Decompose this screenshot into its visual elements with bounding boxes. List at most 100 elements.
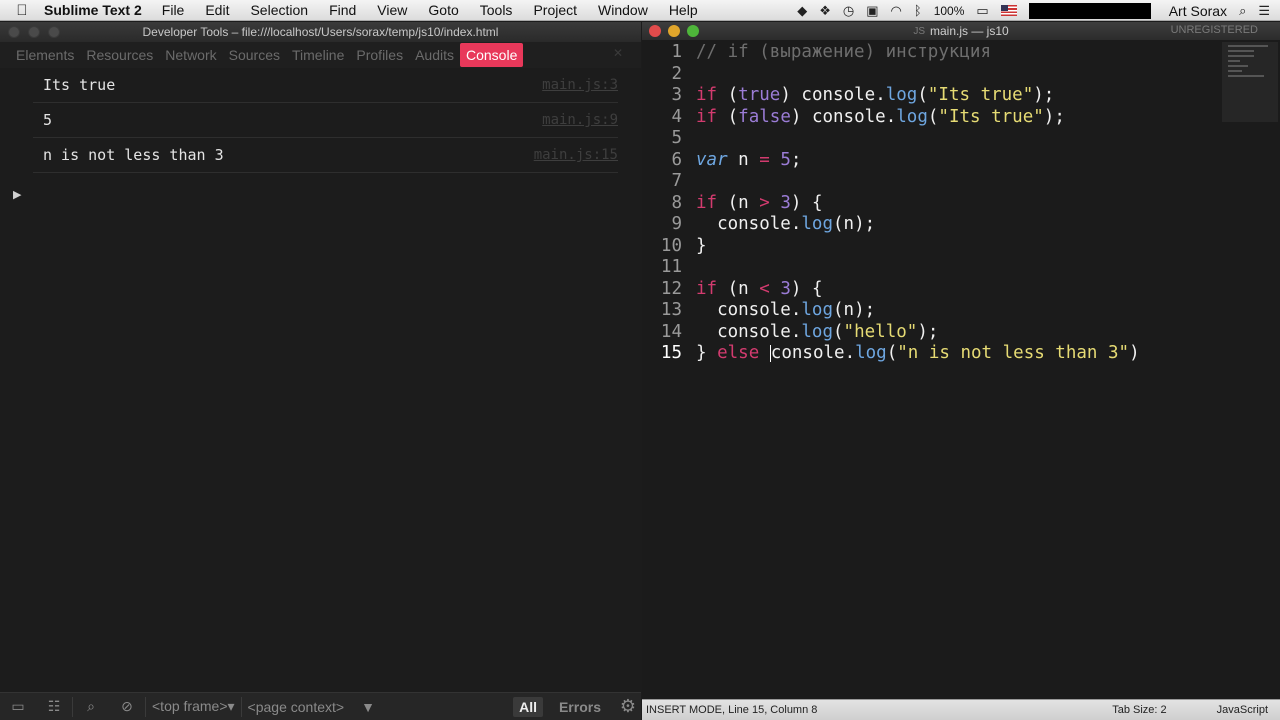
user-name[interactable]: Art Sorax: [1169, 3, 1227, 19]
devtools-window-controls: [8, 26, 60, 38]
zoom-window-button[interactable]: [48, 26, 60, 38]
code-line[interactable]: 8 if (n > 3) {: [642, 193, 1218, 215]
editor-statusbar: INSERT MODE, Line 15, Column 8 Tab Size:…: [642, 699, 1280, 720]
line-text: var n = 5;: [696, 149, 802, 170]
line-text: if (false) console.log("Its true");: [696, 106, 1065, 127]
menu-file[interactable]: File: [162, 2, 185, 18]
clear-console-icon[interactable]: ⊘: [109, 698, 145, 715]
dock-icon[interactable]: ▭: [0, 698, 36, 715]
sublime-window-controls: [649, 25, 699, 37]
line-number: 14: [660, 321, 682, 342]
code-line[interactable]: 15} else console.log("n is not less than…: [642, 343, 1218, 365]
zoom-window-button[interactable]: [687, 25, 699, 37]
minimap[interactable]: [1222, 42, 1278, 122]
gear-icon[interactable]: ⚙: [615, 696, 641, 717]
menu-edit[interactable]: Edit: [205, 2, 229, 18]
code-editor[interactable]: 1 // if (выражение) инструкция 2 3 if (true)…: [642, 42, 1218, 365]
code-line[interactable]: 3 if (true) console.log("Its true");: [642, 85, 1218, 107]
bluetooth-icon[interactable]: ᛒ: [914, 3, 922, 18]
tab-timeline[interactable]: Timeline: [286, 43, 350, 67]
evernote-icon[interactable]: ◆: [797, 3, 807, 19]
js-file-icon: JS: [913, 25, 925, 37]
line-number: 8: [671, 192, 682, 213]
line-text: if (n < 3) {: [696, 278, 823, 299]
line-number: 11: [660, 257, 682, 277]
line-number: 3: [671, 85, 682, 105]
console-source-link[interactable]: main.js:15: [534, 147, 618, 163]
syntax-button[interactable]: JavaScript: [1217, 704, 1268, 716]
minimize-window-button[interactable]: [28, 26, 40, 38]
mode-status: INSERT MODE, Line 15, Column 8: [646, 704, 818, 716]
tab-console[interactable]: Console: [460, 43, 524, 67]
line-number: 6: [671, 149, 682, 170]
menu-help[interactable]: Help: [669, 2, 698, 18]
menu-goto[interactable]: Goto: [428, 2, 458, 18]
code-line[interactable]: 4 if (false) console.log("Its true");: [642, 107, 1218, 129]
devtools-tabs: Elements Resources Network Sources Timel…: [0, 42, 641, 68]
line-number: 13: [660, 300, 682, 320]
code-line[interactable]: 1 // if (выражение) инструкция: [642, 42, 1218, 64]
console-prompt-arrow-icon[interactable]: ▶: [13, 188, 21, 201]
tab-audits[interactable]: Audits: [409, 43, 460, 67]
code-line[interactable]: 14 console.log("hello");: [642, 322, 1218, 344]
console-message: 5: [43, 111, 53, 129]
dropbox-icon[interactable]: ❖: [819, 3, 831, 19]
tab-network[interactable]: Network: [159, 43, 222, 67]
menu-tools[interactable]: Tools: [480, 2, 513, 18]
line-number: 15: [660, 343, 682, 363]
tab-profiles[interactable]: Profiles: [350, 43, 409, 67]
tab-elements[interactable]: Elements: [10, 43, 80, 67]
menu-find[interactable]: Find: [329, 2, 356, 18]
line-text: // if (выражение) инструкция: [696, 42, 992, 62]
close-window-button[interactable]: [649, 25, 661, 37]
code-line[interactable]: 7: [642, 171, 1218, 193]
minimize-window-button[interactable]: [668, 25, 680, 37]
code-line[interactable]: 12 if (n < 3) {: [642, 279, 1218, 301]
tab-sources[interactable]: Sources: [223, 43, 286, 67]
time-machine-icon[interactable]: ◷: [843, 3, 854, 19]
filter-all-button[interactable]: All: [513, 696, 543, 717]
context-select[interactable]: <page context>: [242, 699, 351, 715]
editor-title: main.js — js10: [929, 24, 1009, 38]
code-line[interactable]: 5: [642, 128, 1218, 150]
console-output: Its true main.js:3 5 main.js:9 n is not …: [0, 68, 641, 173]
battery-icon[interactable]: ▭: [976, 3, 988, 19]
close-window-button[interactable]: [8, 26, 20, 38]
line-number: 5: [671, 128, 682, 148]
spotlight-icon[interactable]: ⌕: [1239, 3, 1246, 19]
inspect-icon[interactable]: ⌕: [73, 698, 109, 715]
line-number: 10: [660, 235, 682, 256]
menu-view[interactable]: View: [377, 2, 407, 18]
menu-selection[interactable]: Selection: [250, 2, 308, 18]
console-source-link[interactable]: main.js:9: [542, 112, 618, 128]
close-devtools-icon[interactable]: ✕: [613, 46, 623, 60]
show-drawer-icon[interactable]: ☷: [36, 698, 72, 715]
app-name-menu[interactable]: Sublime Text 2: [44, 2, 142, 18]
code-line[interactable]: 9 console.log(n);: [642, 214, 1218, 236]
code-line[interactable]: 10}: [642, 236, 1218, 258]
menu-project[interactable]: Project: [533, 2, 577, 18]
tab-resources[interactable]: Resources: [80, 43, 159, 67]
wifi-icon[interactable]: ◠: [891, 3, 902, 19]
line-number: 4: [671, 106, 682, 127]
code-line[interactable]: 11: [642, 257, 1218, 279]
input-source-flag-icon[interactable]: [1000, 5, 1017, 16]
tab-size-button[interactable]: Tab Size: 2: [1112, 704, 1166, 716]
display-icon[interactable]: ▣: [866, 3, 878, 19]
console-source-link[interactable]: main.js:3: [542, 77, 618, 93]
battery-percent[interactable]: 100%: [934, 4, 965, 18]
menu-extras: ◆ ❖ ◷ ▣ ◠ ᛒ 100% ▭ Art Sorax ⌕ ☰: [797, 0, 1280, 21]
notification-center-icon[interactable]: ☰: [1258, 3, 1270, 19]
frame-select[interactable]: <top frame>▾: [146, 698, 241, 715]
filter-errors-button[interactable]: Errors: [559, 699, 601, 715]
line-text: }: [696, 235, 707, 256]
sublime-titlebar: JS main.js — js10 UNREGISTERED: [642, 22, 1280, 40]
line-number: 12: [660, 278, 682, 299]
code-line[interactable]: 6 var n = 5;: [642, 150, 1218, 172]
menu-window[interactable]: Window: [598, 2, 648, 18]
apple-icon[interactable]: : [0, 2, 44, 19]
code-line[interactable]: 2: [642, 64, 1218, 86]
filter-icon[interactable]: ▼: [350, 699, 386, 715]
line-text: if (n > 3) {: [696, 192, 823, 213]
code-line[interactable]: 13 console.log(n);: [642, 300, 1218, 322]
